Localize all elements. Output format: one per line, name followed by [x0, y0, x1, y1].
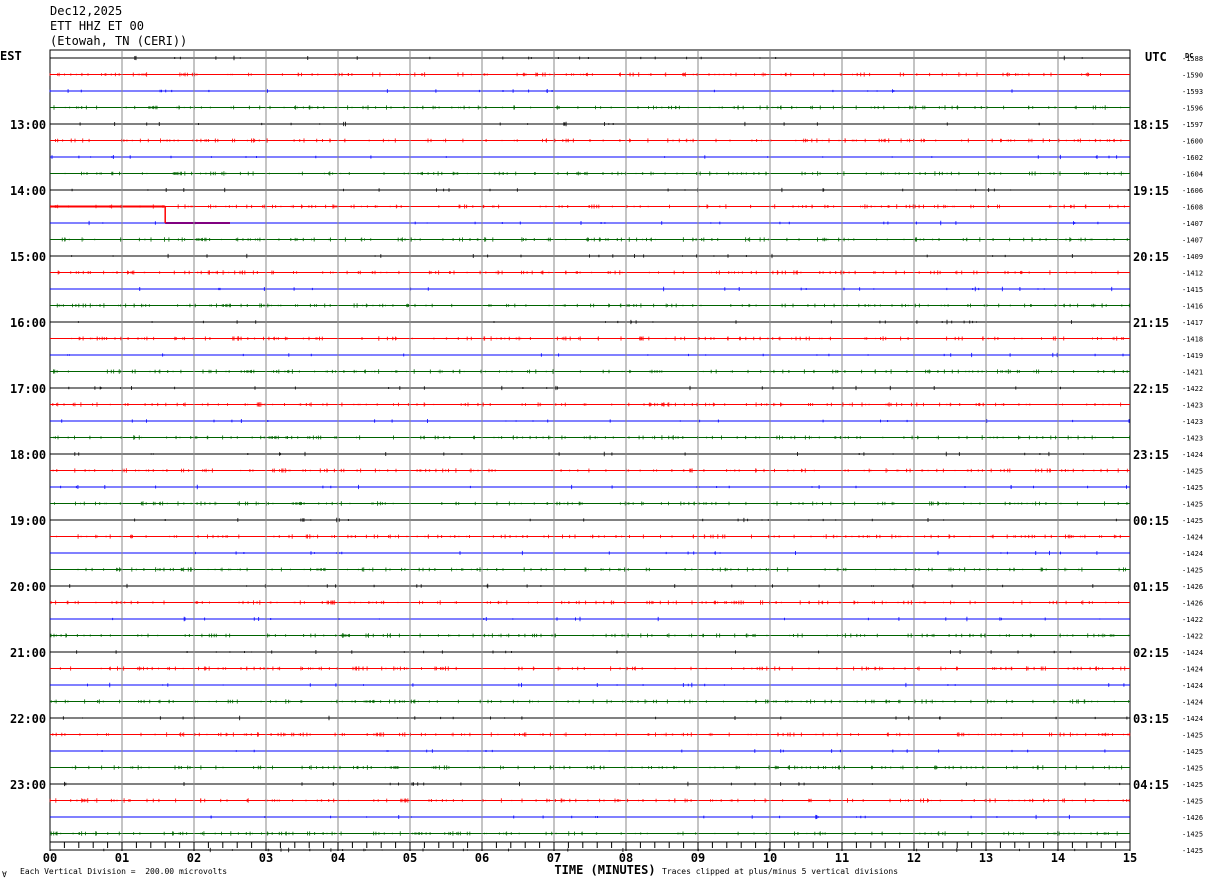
dc-offset-14: -1415 — [1182, 286, 1203, 294]
hour-label-utc-6: 00:15 — [1133, 514, 1169, 528]
dc-offset-31: -1425 — [1182, 567, 1203, 575]
x-tick-label-4: 04 — [331, 851, 345, 865]
footer-mark: ∀ — [2, 870, 7, 879]
dc-offset-18: -1419 — [1182, 352, 1203, 360]
dc-offset-47: -1425 — [1182, 831, 1203, 839]
x-tick-label-2: 02 — [187, 851, 201, 865]
hour-label-est-6: 19:00 — [10, 514, 46, 528]
dc-offset-15: -1416 — [1182, 303, 1203, 311]
x-tick-label-3: 03 — [259, 851, 273, 865]
dc-offset-43: -1425 — [1182, 765, 1203, 773]
dc-offset-25: -1425 — [1182, 468, 1203, 476]
x-tick-label-5: 05 — [403, 851, 417, 865]
dc-offset-42: -1425 — [1182, 748, 1203, 756]
dc-offset-27: -1425 — [1182, 501, 1203, 509]
x-tick-label-1: 01 — [115, 851, 129, 865]
x-tick-label-6: 06 — [475, 851, 489, 865]
dc-offset-29: -1424 — [1182, 534, 1203, 542]
left-axis-label: EST — [0, 49, 22, 63]
dc-offset-9: -1608 — [1182, 204, 1203, 212]
dc-offset-35: -1422 — [1182, 633, 1203, 641]
dc-offset-41: -1425 — [1182, 732, 1203, 740]
dc-offset-0: -1588 — [1182, 55, 1203, 63]
dc-offset-23: -1423 — [1182, 435, 1203, 443]
dc-offset-11: -1407 — [1182, 237, 1203, 245]
dc-offset-34: -1422 — [1182, 616, 1203, 624]
dc-offset-7: -1604 — [1182, 171, 1203, 179]
dc-offset-12: -1409 — [1182, 253, 1203, 261]
hour-label-utc-3: 21:15 — [1133, 316, 1169, 330]
dc-offset-38: -1424 — [1182, 682, 1203, 690]
dc-offset-19: -1421 — [1182, 369, 1203, 377]
hour-label-est-1: 14:00 — [10, 184, 46, 198]
hour-label-utc-4: 22:15 — [1133, 382, 1169, 396]
x-tick-label-9: 09 — [691, 851, 705, 865]
dc-offset-21: -1423 — [1182, 402, 1203, 410]
dc-offset-44: -1425 — [1182, 781, 1203, 789]
dc-offset-5: -1600 — [1182, 138, 1203, 146]
dc-offset-17: -1418 — [1182, 336, 1203, 344]
right-axis-label: UTC — [1145, 50, 1167, 64]
x-tick-label-0: 00 — [43, 851, 57, 865]
hour-label-utc-0: 18:15 — [1133, 118, 1169, 132]
x-axis-label: TIME (MINUTES) — [554, 863, 655, 877]
dc-offset-2: -1593 — [1182, 88, 1203, 96]
x-tick-label-10: 10 — [763, 851, 777, 865]
dc-offset-36: -1424 — [1182, 649, 1203, 657]
dc-offset-37: -1424 — [1182, 666, 1203, 674]
hour-label-est-4: 17:00 — [10, 382, 46, 396]
dc-offset-28: -1425 — [1182, 517, 1203, 525]
hour-label-est-2: 15:00 — [10, 250, 46, 264]
dc-offset-33: -1426 — [1182, 600, 1203, 608]
clip-note: Traces clipped at plus/minus 5 vertical … — [662, 867, 899, 876]
x-tick-label-13: 13 — [979, 851, 993, 865]
dc-offset-20: -1422 — [1182, 385, 1203, 393]
hour-label-est-9: 22:00 — [10, 712, 46, 726]
dc-offset-32: -1426 — [1182, 583, 1203, 591]
hour-label-utc-2: 20:15 — [1133, 250, 1169, 264]
dc-offset-26: -1425 — [1182, 484, 1203, 492]
dc-offset-46: -1426 — [1182, 814, 1203, 822]
x-tick-label-12: 12 — [907, 851, 921, 865]
dc-offset-45: -1425 — [1182, 798, 1203, 806]
hour-label-utc-10: 04:15 — [1133, 778, 1169, 792]
minute-grid — [121, 50, 1059, 842]
hour-label-utc-7: 01:15 — [1133, 580, 1169, 594]
x-tick-label-14: 14 — [1051, 851, 1065, 865]
station-location: (Etowah, TN (CERI)) — [50, 34, 188, 48]
dc-offset-22: -1423 — [1182, 418, 1203, 426]
dc-offset-48: -1425 — [1182, 847, 1203, 855]
hour-label-utc-5: 23:15 — [1133, 448, 1169, 462]
hour-label-est-5: 18:00 — [10, 448, 46, 462]
dc-offset-30: -1424 — [1182, 550, 1203, 558]
hour-label-utc-8: 02:15 — [1133, 646, 1169, 660]
x-tick-label-11: 11 — [835, 851, 849, 865]
plot-frame — [49, 49, 1131, 843]
hour-label-est-7: 20:00 — [10, 580, 46, 594]
hour-label-utc-1: 19:15 — [1133, 184, 1169, 198]
helicorder-plot: 00 01 02 03 04 05 06 07 08 09 10 11 12 13 14 15TIME (MI… — [0, 49, 1203, 877]
scale-note: Each Vertical Division = 200.00 microvol… — [20, 867, 228, 876]
station-code: ETT HHZ ET 00 — [50, 19, 144, 33]
dc-offset-40: -1424 — [1182, 715, 1203, 723]
dc-offset-13: -1412 — [1182, 270, 1203, 278]
record-date: Dec12,2025 — [50, 4, 123, 18]
dc-offset-10: -1407 — [1182, 220, 1203, 228]
hour-label-utc-9: 03:15 — [1133, 712, 1169, 726]
hour-label-est-0: 13:00 — [10, 118, 46, 132]
dc-offset-8: -1606 — [1182, 187, 1203, 195]
hour-label-est-10: 23:00 — [10, 778, 46, 792]
dc-offset-16: -1417 — [1182, 319, 1203, 327]
x-tick-label-15: 15 — [1123, 851, 1137, 865]
dc-offset-3: -1596 — [1182, 105, 1203, 113]
dc-offset-24: -1424 — [1182, 451, 1203, 459]
dc-offset-6: -1602 — [1182, 154, 1203, 162]
hour-label-est-8: 21:00 — [10, 646, 46, 660]
hour-label-est-3: 16:00 — [10, 316, 46, 330]
dc-offset-1: -1590 — [1182, 72, 1203, 80]
dc-offset-39: -1424 — [1182, 699, 1203, 707]
trace-group — [49, 55, 1131, 853]
dc-offset-4: -1597 — [1182, 121, 1203, 129]
